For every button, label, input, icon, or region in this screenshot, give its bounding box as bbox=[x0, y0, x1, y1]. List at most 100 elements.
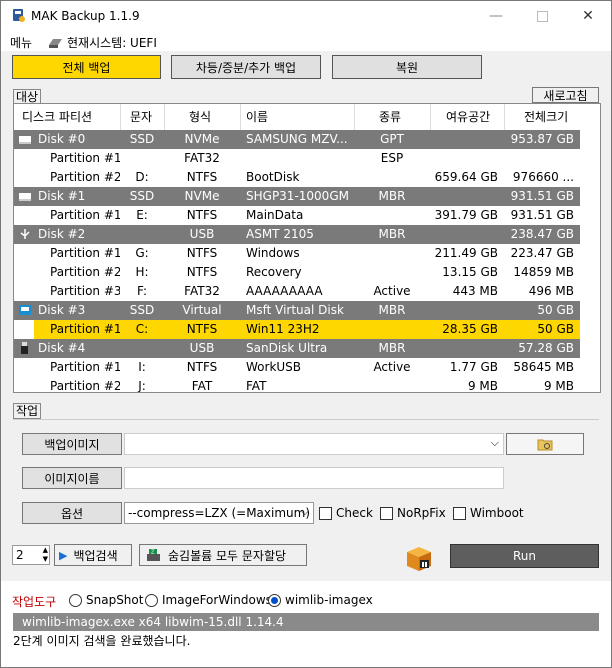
wimboot-checkbox[interactable]: Wimboot bbox=[453, 506, 524, 520]
table-cell: 58645 MB bbox=[513, 360, 574, 374]
partition-row[interactable]: Partition #2 H: NTFS Recovery 13.15 GB 14859 … bbox=[14, 263, 580, 282]
backup-image-select[interactable]: ⌵ bbox=[124, 433, 504, 455]
table-cell: SanDisk Ultra bbox=[246, 341, 328, 355]
disk-row[interactable]: Disk #0 SSD NVMe SAMSUNG MZV... GPT 953.87 GB bbox=[14, 130, 580, 149]
checkbox-box bbox=[319, 506, 332, 520]
header-name[interactable]: 이름 bbox=[246, 108, 268, 125]
table-cell: 50 GB bbox=[537, 322, 574, 336]
table-cell: USB bbox=[189, 341, 215, 355]
spin-down-icon[interactable]: ▼ bbox=[43, 555, 48, 563]
table-cell: Win11 23H2 bbox=[246, 322, 320, 336]
disk-row[interactable]: Disk #2 USB ASMT 2105 MBR 238.47 GB bbox=[14, 225, 580, 244]
tool-radio-wimlib[interactable]: wimlib-imagex bbox=[268, 593, 373, 607]
app-window: MAK Backup 1.1.9 — ✕ 메뉴 현재시스템: UEFI 전체 백… bbox=[0, 0, 612, 668]
backup-image-button[interactable]: 백업이미지 bbox=[22, 433, 122, 455]
table-cell: SSD bbox=[129, 189, 155, 203]
header-type[interactable]: 종류 bbox=[379, 108, 401, 125]
table-cell: E: bbox=[136, 208, 148, 222]
incremental-backup-button[interactable]: 차등/증분/추가 백업 bbox=[171, 55, 321, 79]
partition-row[interactable]: Partition #1 C: NTFS Win11 23H2 28.35 GB 50 G… bbox=[34, 320, 580, 339]
table-cell: 443 MB bbox=[452, 284, 498, 298]
full-backup-button[interactable]: 전체 백업 bbox=[12, 55, 161, 79]
table-cell: Msft Virtual Disk bbox=[246, 303, 344, 317]
table-cell: NVMe bbox=[184, 189, 220, 203]
table-cell: NTFS bbox=[186, 360, 218, 374]
image-name-button[interactable]: 이미지이름 bbox=[22, 467, 122, 489]
norpfix-label: NoRpFix bbox=[397, 506, 446, 520]
table-cell: Active bbox=[373, 284, 411, 298]
refresh-button[interactable]: 새로고침 bbox=[532, 87, 599, 103]
table-cell: J: bbox=[138, 379, 146, 393]
table-cell: SSD bbox=[129, 132, 155, 146]
table-header: 디스크 파티션 문자 형식 이름 종류 여유공간 전체크기 bbox=[14, 104, 600, 130]
assign-letters-button[interactable]: Z 숨김볼륨 모두 문자할당 bbox=[139, 544, 307, 566]
table-cell: 953.87 GB bbox=[510, 132, 574, 146]
tool-version-bar: wimlib-imagex.exe x64 libwim-15.dll 1.14… bbox=[13, 613, 599, 631]
table-cell: Disk #3 bbox=[38, 303, 86, 317]
column-divider bbox=[240, 104, 241, 130]
system-info: 현재시스템: UEFI bbox=[47, 34, 157, 51]
restore-button[interactable]: 복원 bbox=[332, 55, 482, 79]
count-spinner[interactable]: 2 ▲ ▼ bbox=[12, 545, 50, 565]
table-cell: ESP bbox=[380, 151, 404, 165]
disk-row[interactable]: Disk #4 USB SanDisk Ultra MBR 57.28 GB bbox=[14, 339, 580, 358]
image-name-input[interactable] bbox=[124, 467, 504, 489]
column-divider bbox=[430, 104, 431, 130]
menu-item[interactable]: 메뉴 bbox=[10, 34, 32, 51]
virtual-disk-icon bbox=[19, 305, 31, 315]
chevron-down-icon: ⌵ bbox=[300, 505, 309, 518]
table-cell: 976660 ... bbox=[512, 170, 574, 184]
header-free-space[interactable]: 여유공간 bbox=[446, 108, 490, 125]
partition-row[interactable]: Partition #2 D: NTFS BootDisk 659.64 GB 97666… bbox=[14, 168, 580, 187]
backup-search-button[interactable]: ▶ 백업검색 bbox=[54, 544, 132, 566]
minimize-icon: — bbox=[489, 8, 503, 24]
header-format[interactable]: 형식 bbox=[189, 108, 211, 125]
disk-row[interactable]: Disk #1 SSD NVMe SHGP31-1000GM MBR 931.51 GB bbox=[14, 187, 580, 206]
table-cell: MBR bbox=[378, 341, 406, 355]
column-divider bbox=[164, 104, 165, 130]
table-cell: 931.51 GB bbox=[510, 208, 574, 222]
partition-row[interactable]: Partition #1 FAT32 ESP bbox=[14, 149, 580, 168]
partition-row[interactable]: Partition #3 F: FAT32 AAAAAAAAA Active 443 MB… bbox=[14, 282, 580, 301]
table-cell: SAMSUNG MZV... bbox=[246, 132, 348, 146]
header-total-size[interactable]: 전체크기 bbox=[524, 108, 568, 125]
radio-circle bbox=[145, 593, 158, 607]
partition-row[interactable]: Partition #1 I: NTFS WorkUSB Active 1.77 GB 58… bbox=[14, 358, 580, 377]
table-cell: Disk #0 bbox=[38, 132, 86, 146]
compress-select[interactable]: --compress=LZX (=Maximum) ⌵ bbox=[124, 502, 314, 524]
tool-radio-imageforwindows[interactable]: ImageForWindows bbox=[145, 593, 272, 607]
tool-radio-snapshot[interactable]: SnapShot bbox=[69, 593, 143, 607]
header-partition[interactable]: 디스크 파티션 bbox=[22, 108, 92, 125]
browse-folder-button[interactable] bbox=[506, 433, 584, 455]
partition-row[interactable]: Partition #2 J: FAT FAT 9 MB 9 MB bbox=[14, 377, 580, 393]
disk-row[interactable]: Disk #3 SSD Virtual Msft Virtual Disk MBR 50 … bbox=[14, 301, 580, 320]
table-cell: 9 MB bbox=[467, 379, 498, 393]
assign-drive-icon: Z bbox=[147, 549, 160, 561]
tool-option-label: wimlib-imagex bbox=[285, 593, 373, 607]
partition-row[interactable]: Partition #1 G: NTFS Windows 211.49 GB 223.47… bbox=[14, 244, 580, 263]
status-message: 2단계 이미지 검색을 완료했습니다. bbox=[13, 634, 191, 648]
partition-row[interactable]: Partition #1 E: NTFS MainData 391.79 GB 931.5… bbox=[14, 206, 580, 225]
usb-icon bbox=[20, 229, 30, 239]
table-cell: AAAAAAAAA bbox=[246, 284, 323, 298]
table-cell: 223.47 GB bbox=[510, 246, 574, 260]
usb-stick-icon bbox=[21, 342, 28, 354]
spin-up-icon[interactable]: ▲ bbox=[43, 546, 48, 554]
check-label: Check bbox=[336, 506, 373, 520]
options-button[interactable]: 옵션 bbox=[22, 502, 122, 524]
table-cell: G: bbox=[135, 246, 149, 260]
close-button[interactable]: ✕ bbox=[565, 1, 611, 31]
minimize-button[interactable]: — bbox=[473, 1, 519, 31]
norpfix-checkbox[interactable]: NoRpFix bbox=[380, 506, 446, 520]
table-cell: SSD bbox=[129, 303, 155, 317]
table-scrollbar[interactable] bbox=[582, 130, 600, 392]
table-cell: MBR bbox=[378, 227, 406, 241]
table-cell: Partition #2 bbox=[50, 379, 120, 393]
run-button[interactable]: Run bbox=[450, 544, 599, 568]
table-cell: Disk #2 bbox=[38, 227, 86, 241]
maximize-button[interactable] bbox=[519, 1, 565, 31]
menu-bar: 메뉴 현재시스템: UEFI bbox=[1, 31, 611, 51]
header-letter[interactable]: 문자 bbox=[130, 108, 152, 125]
check-checkbox[interactable]: Check bbox=[319, 506, 373, 520]
table-cell: Windows bbox=[246, 246, 300, 260]
